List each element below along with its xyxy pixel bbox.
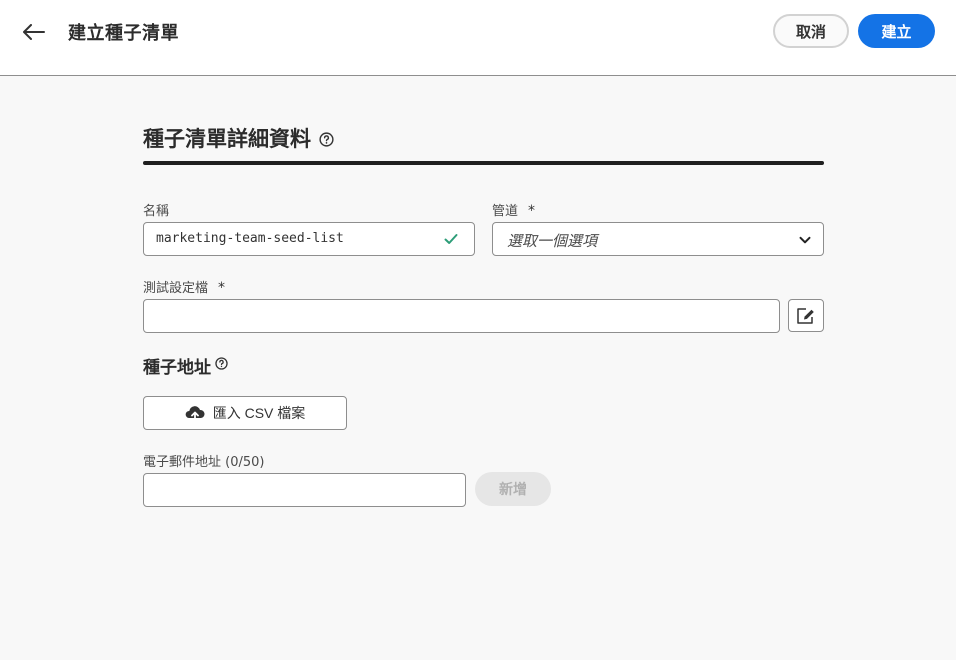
page-title: 建立種子清單 [68,23,179,44]
channel-select-placeholder: 選取一個選項 [507,232,598,250]
seed-addresses-title-text: 種子地址 [143,358,211,378]
add-email-button[interactable]: 新增 [475,472,551,506]
test-profile-label: 測試設定檔 * [143,277,225,296]
edit-test-profile-button[interactable] [788,299,824,332]
edit-icon [797,307,814,324]
chevron-down-icon [799,236,811,244]
required-marker: * [528,203,536,219]
import-csv-label: 匯入 CSV 檔案 [212,405,306,421]
back-button[interactable] [20,18,48,46]
seed-addresses-title: 種子地址 [143,353,228,378]
test-profile-input[interactable] [143,299,780,333]
checkmark-icon [444,234,458,244]
test-profile-label-text: 測試設定檔 [143,281,209,296]
channel-label-text: 管道 [492,204,519,219]
section-divider [143,161,824,165]
help-icon[interactable] [319,131,334,147]
email-input[interactable] [143,473,466,507]
create-button[interactable]: 建立 [858,14,935,48]
section-title-text: 種子清單詳細資料 [143,127,311,151]
name-input[interactable]: marketing-team-seed-list [143,222,475,256]
import-csv-button[interactable]: 匯入 CSV 檔案 [143,396,347,430]
cancel-button[interactable]: 取消 [773,14,849,48]
required-marker: * [218,280,226,296]
name-input-value: marketing-team-seed-list [156,231,344,246]
channel-label: 管道 * [492,200,535,219]
help-icon[interactable] [215,357,228,370]
email-label: 電子郵件地址 (0/50) [143,455,265,470]
name-label: 名稱 [143,204,170,219]
top-bar: 建立種子清單 取消 建立 [0,0,956,76]
section-title: 種子清單詳細資料 [143,123,334,153]
arrow-left-icon [23,24,45,40]
channel-select[interactable]: 選取一個選項 [492,222,824,256]
cloud-upload-icon [185,406,205,421]
